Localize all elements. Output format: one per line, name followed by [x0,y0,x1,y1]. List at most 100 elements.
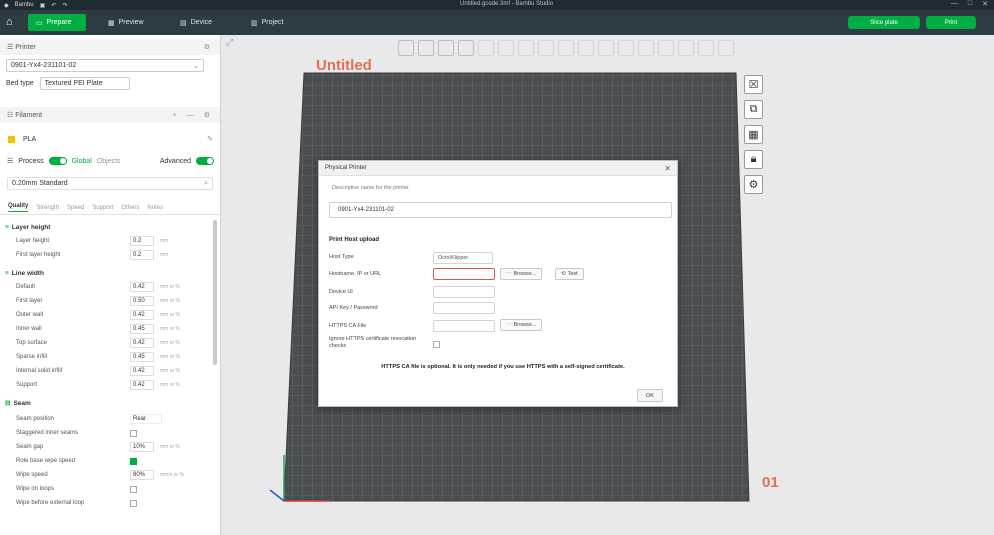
print-button[interactable]: Print [926,16,976,29]
app-logo-icon[interactable]: ◆ [4,2,9,9]
undo-icon[interactable]: ↶ [51,2,56,9]
browse-button[interactable]: ⋯ Browse... [500,268,543,280]
param-input[interactable]: 0.42 [130,282,154,292]
param-input[interactable]: 0.2 [130,250,154,260]
https-ca-label: HTTPS CA File [329,323,367,329]
api-key-input[interactable] [433,302,495,314]
filament-row[interactable]: PLA ✎ [0,135,220,143]
close-icon[interactable]: ✕ [982,0,988,8]
subtab-support[interactable]: Support [92,205,113,211]
param-input[interactable]: 0.50 [130,296,154,306]
save-icon[interactable]: ▣ [40,2,46,9]
home-icon[interactable]: ⌂ [6,16,18,28]
process-section-title: Process [18,157,44,165]
tab-device[interactable]: ▤ Device [172,14,220,31]
param-input[interactable]: 80% [130,470,154,480]
redo-icon[interactable]: ↷ [62,2,67,9]
param-label: Outer wall [16,312,44,318]
https-ca-input[interactable] [433,320,495,332]
param-input[interactable]: 0.42 [130,366,154,376]
tab-prepare[interactable]: ▭ Prepare [28,14,86,31]
printer-select-value: 0901-Yx4-231101-02 [11,62,77,69]
param-row: Layer height 0.2 mm [0,235,212,247]
printer-select-row: 0901-Yx4-231101-02 ⌄ [0,59,220,72]
subtab-others[interactable]: Others [121,205,139,211]
ignore-ssl-label: Ignore HTTPS certificate revocation chec… [329,336,417,349]
test-button[interactable]: ⟲ Test [555,268,584,280]
slice-plate-button[interactable]: Slice plate [848,16,920,29]
filament-name: PLA [23,135,37,143]
tab-preview[interactable]: ▦ Preview [100,14,152,31]
param-row: Internal solid infill 0.42 mm or % [0,365,212,377]
process-preset-select[interactable]: 0.20mm Standard ⌕ [7,177,213,190]
printer-settings-icon[interactable]: ⚙ [204,43,214,51]
param-input[interactable]: 0.42 [130,380,154,390]
subtab-strength[interactable]: Strength [36,205,59,211]
global-objects-toggle[interactable] [48,157,67,165]
group-seam: ⊟ Seam [0,397,212,409]
https-browse-button[interactable]: ⋯ Browse... [500,319,543,331]
param-label: Wipe speed [16,472,48,478]
printer-name-input[interactable]: 0901-Yx4-231101-02 [329,202,672,218]
browse-icon: ⋯ [506,322,512,328]
param-input[interactable]: 10% [130,442,154,452]
param-input[interactable]: 0.42 [130,338,154,348]
sidebar-scrollbar[interactable] [213,220,217,365]
seam-position-select[interactable]: Rear [130,414,162,424]
param-input[interactable]: 0.42 [130,310,154,320]
dialog-title-bar: Physical Printer ✕ [319,161,677,176]
wipe-on-loops-checkbox[interactable] [130,485,137,493]
wipe-before-loop-checkbox[interactable] [130,499,137,507]
device-ui-input[interactable] [433,286,495,298]
hostname-label: Hostname, IP or URL [329,271,382,277]
minimize-icon[interactable]: — [951,0,958,8]
tab-project[interactable]: ▥ Project [243,14,291,31]
print-label: Print [944,19,958,26]
subtab-speed[interactable]: Speed [67,205,84,211]
subtab-notes[interactable]: Notes [147,205,163,211]
close-icon[interactable]: ✕ [664,164,671,173]
filament-actions-icon[interactable]: + — ⚙ [173,111,214,119]
param-input[interactable]: 0.45 [130,352,154,362]
bed-type-select[interactable]: Textured PEI Plate [39,77,130,90]
host-type-select[interactable]: Octo/Klipper [433,252,493,264]
title-bar: ◆ Bambu ▣ ↶ ↷ Untitled.gcode.3mf - Bambu… [0,0,994,10]
device-icon: ▤ [180,19,187,27]
param-input[interactable]: 0.2 [130,236,154,246]
param-row: Outer wall 0.42 mm or % [0,309,212,321]
param-unit: mm or % [160,368,180,374]
param-unit: mm or % [160,340,180,346]
ok-button[interactable]: OK [637,389,663,402]
advanced-toggle[interactable] [196,157,214,165]
param-label: Default [16,284,36,290]
ignore-ssl-checkbox[interactable] [433,341,440,348]
filament-color-swatch[interactable] [8,135,15,143]
browse-icon: ⋯ [506,271,512,277]
layer-height-icon: ≡ [5,223,9,231]
param-label: First layer height [16,252,61,258]
hostname-input[interactable] [433,268,495,280]
param-row: Seam gap 10% mm or % [0,441,212,453]
api-key-label: API Key / Password [329,305,378,311]
window-title: Untitled.gcode.3mf - Bambu Studio [460,1,554,7]
role-base-wipe-checkbox[interactable] [130,457,137,465]
host-type-value: Octo/Klipper [438,255,469,261]
param-unit: mm or % [160,312,180,318]
maximize-icon[interactable]: □ [968,0,972,8]
param-input[interactable]: 0.45 [130,324,154,334]
param-row: Wipe on loops [0,483,212,495]
param-label: Inner wall [16,326,42,332]
param-unit: mm or % [160,382,180,388]
filament-section-title: Filament [15,111,43,119]
preview-icon: ▦ [108,19,115,27]
param-unit: mm/s or % [160,472,184,478]
staggered-seams-checkbox[interactable] [130,429,137,437]
edit-icon[interactable]: ✎ [207,135,213,143]
bed-type-value: Textured PEI Plate [44,80,103,87]
printer-select[interactable]: 0901-Yx4-231101-02 ⌄ [6,59,204,72]
param-label: Seam gap [16,444,44,450]
global-label: Global [71,157,92,165]
search-icon[interactable]: ⌕ [204,180,208,188]
subtab-quality[interactable]: Quality [8,203,29,212]
app-menu-label[interactable]: Bambu [15,2,34,8]
